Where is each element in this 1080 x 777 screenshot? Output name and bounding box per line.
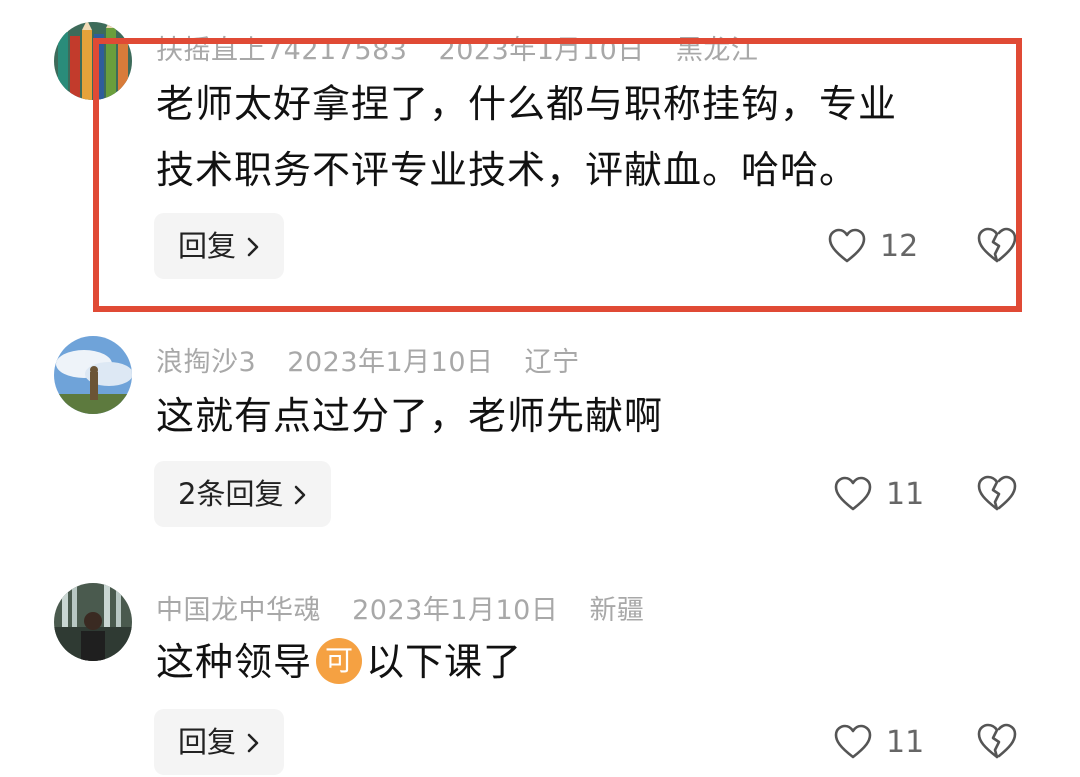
reply-button[interactable]: 回复	[154, 213, 285, 281]
comment-date: 2023年1月10日	[287, 347, 494, 378]
heart-icon	[834, 476, 872, 511]
reply-label: 回复	[178, 229, 237, 263]
comment-text-line: 这种领导可以下课了	[156, 632, 522, 692]
heart-icon	[828, 228, 866, 263]
reply-label: 2条回复	[178, 477, 284, 511]
chevron-right-icon	[293, 463, 307, 529]
comment-date: 2023年1月10日	[352, 595, 559, 626]
heart-icon	[834, 724, 872, 759]
avatar[interactable]	[54, 22, 132, 100]
dislike-button[interactable]	[977, 226, 1017, 266]
comment-meta: 中国龙中华魂 2023年1月10日 新疆	[156, 588, 666, 627]
comment-meta: 浪掏沙3 2023年1月10日 辽宁	[156, 340, 602, 379]
reply-button[interactable]: 回复	[154, 709, 285, 777]
comment-text-line: 技术职务不评专业技术，评献血。哈哈。	[156, 148, 859, 192]
reply-label: 回复	[178, 725, 237, 759]
username[interactable]: 浪掏沙3	[156, 347, 256, 378]
comment-text-before: 这种领导	[156, 640, 313, 684]
comment-location: 辽宁	[524, 347, 580, 378]
comment-text-line: 这就有点过分了，老师先献啊	[156, 394, 664, 438]
like-count: 11	[886, 724, 925, 760]
comment-location: 黑龙江	[675, 35, 759, 66]
waterfall-person-avatar-icon	[54, 583, 132, 661]
comment-text-line: 老师太好拿捏了，什么都与职称挂钩，专业	[156, 82, 898, 126]
like-count: 11	[886, 476, 925, 512]
like-button[interactable]: 11	[834, 474, 924, 514]
comment-text: 老师太好拿捏了，什么都与职称挂钩，专业 技术职务不评专业技术，评献血。哈哈。	[156, 74, 897, 200]
username[interactable]: 中国龙中华魂	[156, 595, 321, 626]
dislike-button[interactable]	[977, 474, 1017, 514]
comment-text: 这就有点过分了，老师先献啊	[156, 386, 663, 446]
chevron-right-icon	[246, 215, 260, 281]
ke-emoji-icon: 可	[316, 637, 363, 684]
comment-date: 2023年1月10日	[438, 35, 645, 66]
broken-heart-icon	[977, 723, 1017, 759]
avatar[interactable]	[54, 336, 132, 414]
chevron-right-icon	[246, 711, 260, 777]
pencils-avatar-icon	[54, 22, 132, 100]
username[interactable]: 扶摇直上74217583	[156, 35, 407, 66]
statue-sky-avatar-icon	[54, 336, 132, 414]
comment-meta: 扶摇直上74217583 2023年1月10日 黑龙江	[156, 28, 780, 67]
like-count: 12	[880, 228, 919, 264]
reply-button[interactable]: 2条回复	[154, 461, 332, 529]
comment-text: 这种领导可以下课了	[156, 632, 522, 692]
comment-location: 新疆	[589, 595, 645, 626]
like-button[interactable]: 11	[834, 722, 924, 762]
like-button[interactable]: 12	[828, 226, 918, 266]
broken-heart-icon	[977, 475, 1017, 511]
dislike-button[interactable]	[977, 722, 1017, 762]
broken-heart-icon	[977, 227, 1017, 263]
comment-text-after: 以下课了	[366, 640, 523, 684]
avatar[interactable]	[54, 583, 132, 661]
